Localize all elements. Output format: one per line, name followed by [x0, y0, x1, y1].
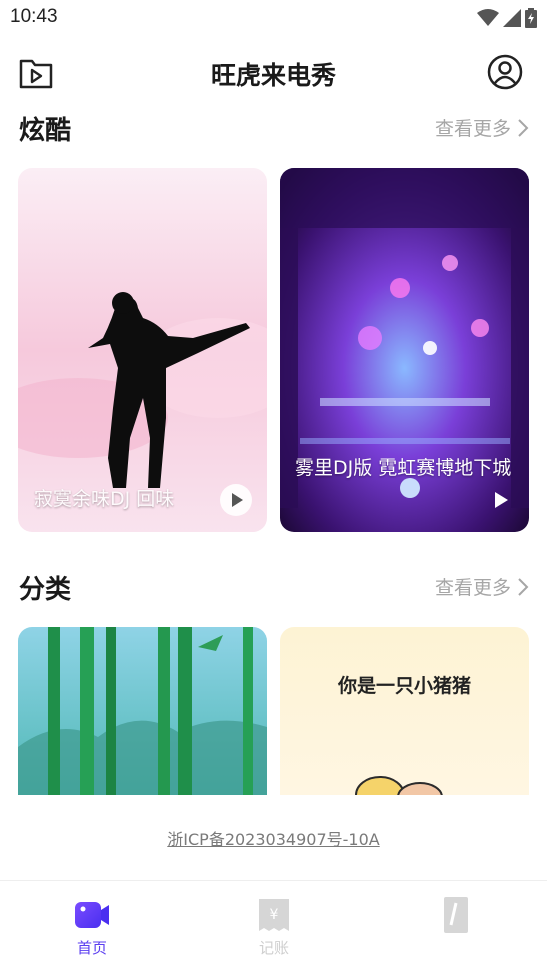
battery-icon [525, 8, 537, 28]
receipt-icon: ¥ [259, 899, 289, 931]
section-title: 炫酷 [19, 116, 72, 146]
page-title: 旺虎来电秀 [210, 61, 336, 90]
category-card[interactable]: 你是一只小猪猪 [280, 627, 529, 795]
nav-item-accounting[interactable]: ¥ 记账 [234, 895, 314, 958]
user-icon [487, 54, 523, 90]
see-more-link[interactable]: 查看更多 [435, 114, 529, 141]
bottom-nav: 首页 ¥ 记账 [0, 880, 547, 972]
card-caption: 你是一只小猪猪 [337, 675, 471, 697]
card-thumbnail [18, 168, 267, 532]
status-icons [477, 8, 537, 28]
video-card[interactable]: 雾里DJ版 霓虹赛博地下城 [280, 168, 529, 532]
ruler-icon [444, 897, 468, 933]
nav-label: 记账 [258, 939, 289, 957]
nav-label: 首页 [76, 939, 107, 957]
play-icon[interactable] [219, 483, 253, 517]
nav-item-tool[interactable] [416, 895, 496, 937]
svg-text:¥: ¥ [270, 907, 279, 923]
signal-icon [503, 9, 521, 27]
card-caption: 寂寞余味DJ 回味 [34, 488, 175, 510]
category-card[interactable] [18, 627, 267, 795]
section-header-category: 分类 查看更多 [0, 565, 547, 605]
icp-link[interactable]: 浙ICP备2023034907号-10A [0, 826, 547, 850]
see-more-label: 查看更多 [434, 118, 511, 140]
profile-button[interactable] [487, 54, 523, 90]
video-camera-icon [75, 902, 109, 928]
status-time: 10:43 [10, 6, 58, 27]
card-thumbnail [280, 627, 529, 795]
nav-item-home[interactable]: 首页 [52, 895, 132, 958]
see-more-label: 查看更多 [434, 577, 511, 599]
section-header-cool: 炫酷 查看更多 [0, 106, 547, 146]
app-header: 旺虎来电秀 [0, 48, 547, 98]
see-more-link[interactable]: 查看更多 [435, 573, 529, 600]
video-card[interactable]: 寂寞余味DJ 回味 [18, 168, 267, 532]
section-title: 分类 [19, 575, 72, 605]
chevron-right-icon [518, 577, 529, 596]
play-icon[interactable] [483, 483, 517, 517]
wifi-icon [477, 9, 499, 26]
card-caption: 雾里DJ版 霓虹赛博地下城 [295, 457, 512, 479]
status-bar: 10:43 [0, 0, 547, 40]
chevron-right-icon [518, 118, 529, 137]
card-thumbnail [18, 627, 267, 795]
